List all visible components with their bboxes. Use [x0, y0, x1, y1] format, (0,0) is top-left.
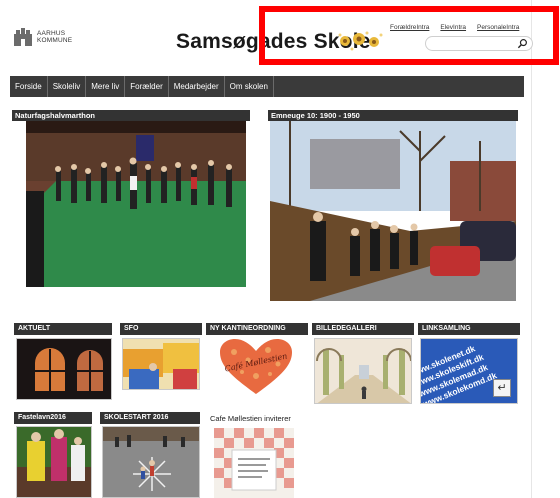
- hallway-photo: [315, 339, 411, 403]
- logo-line-2: KOMMUNE: [37, 37, 73, 44]
- logo-line-1: AARHUS: [37, 30, 66, 37]
- gym-photo: [26, 121, 246, 287]
- nav-item-om-skolen[interactable]: Om skolen: [225, 76, 274, 97]
- tile-image-billedegalleri[interactable]: [314, 338, 412, 404]
- nav-item-foraelder[interactable]: Forælder: [125, 76, 169, 97]
- highlight-box: [259, 6, 559, 65]
- tile-image-sfo[interactable]: [122, 338, 200, 390]
- featured-image-2[interactable]: [270, 121, 516, 301]
- tile-title-skolestart[interactable]: SKOLESTART 2016: [100, 412, 200, 424]
- tile-image-fastelavn[interactable]: [16, 426, 92, 498]
- tile-image-aktuelt[interactable]: [16, 338, 112, 400]
- tile-image-skolestart[interactable]: [102, 426, 200, 498]
- outdoor-photo: [270, 121, 516, 301]
- nav-item-mere-liv[interactable]: Mere liv: [86, 76, 126, 97]
- crest-icon: [14, 28, 32, 46]
- tile-image-kantine[interactable]: Café Møllestien: [218, 338, 294, 396]
- tile-title-kantine[interactable]: NY KANTINEORDNING: [206, 323, 308, 335]
- tile-image-linksamling[interactable]: www.skolenet.dk www.skoleskift.dk www.sk…: [420, 338, 518, 404]
- featured-title-2[interactable]: Emneuge 10: 1900 - 1950: [268, 110, 518, 121]
- aarhus-kommune-logo[interactable]: AARHUS KOMMUNE: [12, 26, 72, 48]
- tile-image-cafe[interactable]: [214, 428, 294, 498]
- featured-title-1[interactable]: Naturfagshalvmarthon: [12, 110, 250, 121]
- tile-title-fastelavn[interactable]: Fastelavn2016: [14, 412, 92, 424]
- nav-item-skoleliv[interactable]: Skoleliv: [48, 76, 87, 97]
- enter-key-icon: ↵: [493, 379, 511, 397]
- tile-title-linksamling[interactable]: LINKSAMLING: [418, 323, 520, 335]
- tile-title-sfo[interactable]: SFO: [120, 323, 202, 335]
- nav-item-medarbejder[interactable]: Medarbejder: [169, 76, 225, 97]
- window-photo: [17, 339, 111, 399]
- main-nav: Forside Skoleliv Mere liv Forælder Medar…: [10, 76, 524, 97]
- nav-item-forside[interactable]: Forside: [10, 76, 48, 97]
- tablecloth-photo: [214, 428, 294, 498]
- bouncy-castle-photo: [123, 339, 199, 389]
- tile-title-cafe[interactable]: Cafe Møllestien inviterer: [210, 414, 291, 423]
- tile-title-billedegalleri[interactable]: BILLEDEGALLERI: [312, 323, 414, 335]
- featured-image-1[interactable]: [26, 121, 246, 287]
- tile-title-aktuelt[interactable]: AKTUELT: [14, 323, 112, 335]
- schoolyard-photo: [103, 427, 199, 497]
- costume-photo: [17, 427, 91, 497]
- page: AARHUS KOMMUNE Samsøgades Skole Forældre…: [4, 0, 559, 498]
